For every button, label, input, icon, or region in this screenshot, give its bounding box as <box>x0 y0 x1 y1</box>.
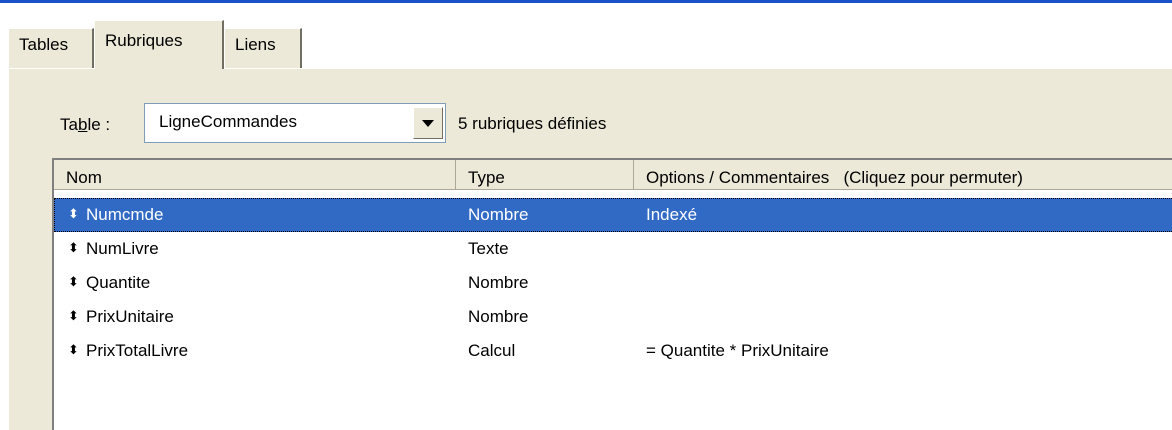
row-type: Nombre <box>468 273 529 292</box>
tab-rubriques[interactable]: Rubriques <box>94 20 224 69</box>
table-label: Table : <box>60 115 110 135</box>
tab-strip: Tables Rubriques Liens <box>8 18 1172 69</box>
field-count: 5 rubriques définies <box>458 114 607 133</box>
column-header-nom-label: Nom <box>66 168 102 187</box>
table-select-dropdown-button[interactable] <box>413 107 443 139</box>
row-name: PrixUnitaire <box>86 307 174 326</box>
table-row[interactable]: ⬍ Numcmde Nombre Indexé <box>54 198 1172 232</box>
column-header-type-label: Type <box>468 168 505 187</box>
row-options: Indexé <box>646 205 698 224</box>
row-name: PrixTotalLivre <box>86 341 189 360</box>
drag-handle-icon[interactable]: ⬍ <box>68 274 79 290</box>
drag-handle-icon[interactable]: ⬍ <box>68 308 79 324</box>
tab-liens[interactable]: Liens <box>224 28 302 68</box>
row-type: Nombre <box>468 205 529 224</box>
column-header-options-label: Options / Commentaires (Cliquez pour per… <box>646 168 1023 187</box>
row-name: Numcmde <box>86 205 164 224</box>
fields-list[interactable]: Nom Type Options / Commentaires (Cliquez… <box>52 158 1172 430</box>
row-options: = Quantite * PrixUnitaire <box>646 341 829 360</box>
drag-handle-icon[interactable]: ⬍ <box>68 342 79 358</box>
table-row[interactable]: ⬍ Quantite Nombre <box>54 266 1172 300</box>
column-header-nom[interactable]: Nom <box>54 160 456 190</box>
table-row[interactable]: ⬍ PrixUnitaire Nombre <box>54 300 1172 334</box>
row-name: NumLivre <box>86 239 159 258</box>
chevron-down-icon <box>422 120 434 127</box>
table-row[interactable]: ⬍ PrixTotalLivre Calcul = Quantite * Pri… <box>54 334 1172 368</box>
table-label-post: le : <box>87 115 111 134</box>
drag-handle-icon[interactable]: ⬍ <box>68 240 79 256</box>
table-select[interactable]: LigneCommandes <box>144 103 446 143</box>
column-header-type[interactable]: Type <box>456 160 634 190</box>
row-type: Calcul <box>468 341 516 360</box>
top-spacer <box>0 3 1172 10</box>
table-select-value: LigneCommandes <box>159 112 297 131</box>
tab-rubriques-label: Rubriques <box>105 31 183 50</box>
tab-liens-label: Liens <box>235 35 276 54</box>
row-name: Quantite <box>86 273 151 292</box>
row-type: Nombre <box>468 307 529 326</box>
row-type: Texte <box>468 239 509 258</box>
table-row[interactable]: ⬍ NumLivre Texte <box>54 232 1172 266</box>
tab-tables-label: Tables <box>19 35 69 54</box>
tab-tables[interactable]: Tables <box>8 28 94 68</box>
table-label-pre: Ta <box>60 115 78 134</box>
column-header-options[interactable]: Options / Commentaires (Cliquez pour per… <box>634 160 1172 190</box>
list-header: Nom Type Options / Commentaires (Cliquez… <box>54 160 1172 190</box>
drag-handle-icon[interactable]: ⬍ <box>68 206 79 222</box>
